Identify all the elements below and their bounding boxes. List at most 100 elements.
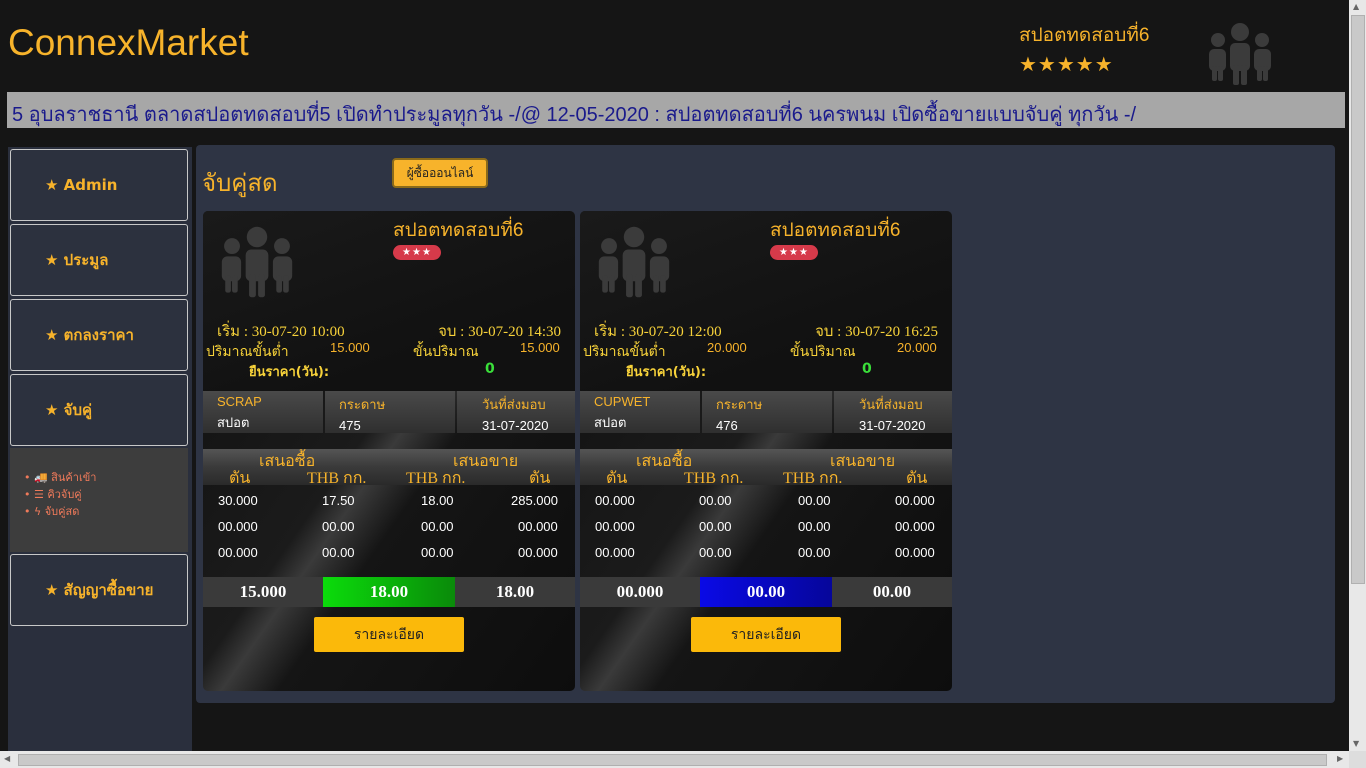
start-time: เริ่ม : 30-07-20 12:00 <box>594 324 722 340</box>
delivery-label: วันที่ส่งมอบ <box>859 397 923 412</box>
online-buyers-button[interactable]: ผู้ซื้อออนไลน์ <box>392 158 488 188</box>
ask-price: 00.00 <box>421 545 454 560</box>
sum-qty: 15.000 <box>203 577 323 607</box>
sum-price: 18.00 <box>455 577 575 607</box>
product-info: SCRAP สปอต <box>203 391 323 433</box>
ask-ton: 00.000 <box>518 519 558 534</box>
ask-price: 00.00 <box>798 545 831 560</box>
user-name: สปอตทดสอบที่6 <box>1019 25 1150 46</box>
ask-ton-header: ตัน <box>529 470 551 487</box>
seller-name: สปอตทดสอบที่6 <box>393 220 524 241</box>
bid-ton-header: ตัน <box>606 470 628 487</box>
sidebar-submenu: • 🚚 สินค้าเข้า • ☰ คิวจับคู่ • ϟ จับคู่ส… <box>10 448 188 552</box>
product-code: SCRAP <box>217 394 262 409</box>
step-qty-value: 20.000 <box>897 340 937 355</box>
brand-logo[interactable]: ConnexMarket <box>8 22 249 64</box>
orderbook-header: เสนอซื้อ เสนอขาย ตัน THB กก. THB กก. ตัน <box>580 449 952 487</box>
product-code: CUPWET <box>594 394 651 409</box>
bid-ton: 00.000 <box>595 519 635 534</box>
rating-badge: ★★★ <box>393 245 441 260</box>
hold-price-label: ยืนราคา(วัน): <box>249 365 330 380</box>
product-info: CUPWET สปอต <box>580 391 700 433</box>
ask-price: 00.00 <box>798 519 831 534</box>
scroll-right-arrow-icon[interactable]: ▶ <box>1337 754 1343 763</box>
submenu-live-match[interactable]: • ϟ จับคู่สด <box>24 502 79 520</box>
match-card: สปอตทดสอบที่6 ★★★ เริ่ม : 30-07-20 12:00… <box>580 211 952 691</box>
category-label: กระดาษ <box>716 397 763 412</box>
delivery-info: วันที่ส่งมอบ 31-07-2020 <box>457 391 575 433</box>
match-card: สปอตทดสอบที่6 ★★★ เริ่ม : 30-07-20 10:00… <box>203 211 575 691</box>
category-value: 476 <box>716 418 738 433</box>
category-value: 475 <box>339 418 361 433</box>
matched-price: 18.00 <box>323 577 455 607</box>
people-icon[interactable] <box>1203 20 1277 88</box>
ask-ton: 00.000 <box>895 493 935 508</box>
ask-ton: 285.000 <box>511 493 558 508</box>
matched-price: 00.00 <box>700 577 832 607</box>
sum-price: 00.00 <box>832 577 952 607</box>
vertical-scroll-thumb[interactable] <box>1351 15 1365 584</box>
detail-button[interactable]: รายละเอียด <box>314 617 464 652</box>
vertical-scrollbar[interactable]: ▲ ▼ <box>1349 0 1366 751</box>
bid-price: 00.00 <box>699 519 732 534</box>
scroll-up-arrow-icon[interactable]: ▲ <box>1353 2 1359 11</box>
start-time: เริ่ม : 30-07-20 10:00 <box>217 324 345 340</box>
hold-price-label: ยืนราคา(วัน): <box>626 365 707 380</box>
bid-ton-header: ตัน <box>229 470 251 487</box>
product-type: สปอต <box>217 415 250 430</box>
bid-ton: 00.000 <box>595 545 635 560</box>
hold-price-value: 0 <box>862 361 872 377</box>
sidebar-item-negotiate[interactable]: ★ ตกลงราคา <box>10 299 188 371</box>
delivery-date: 31-07-2020 <box>482 418 549 433</box>
step-qty-value: 15.000 <box>520 340 560 355</box>
bid-price: 00.00 <box>322 545 355 560</box>
submenu-match-queue[interactable]: • ☰ คิวจับคู่ <box>24 485 82 503</box>
rating-badge: ★★★ <box>770 245 818 260</box>
ask-price-header: THB กก. <box>783 470 843 487</box>
user-rating-stars: ★★★★★ <box>1019 52 1114 76</box>
sidebar-item-contracts[interactable]: ★ สัญญาซื้อขาย <box>10 554 188 626</box>
sidebar-item-auction[interactable]: ★ ประมูล <box>10 224 188 296</box>
category-info: กระดาษ 476 <box>702 391 832 433</box>
ask-ton: 00.000 <box>895 519 935 534</box>
delivery-label: วันที่ส่งมอบ <box>482 397 546 412</box>
horizontal-scroll-thumb[interactable] <box>18 754 1327 766</box>
seller-name: สปอตทดสอบที่6 <box>770 220 901 241</box>
main-panel: จับคู่สด ผู้ซื้อออนไลน์ สปอตทดสอบที่6 ★★… <box>196 145 1335 703</box>
detail-button[interactable]: รายละเอียด <box>691 617 841 652</box>
bid-ton: 00.000 <box>595 493 635 508</box>
sidebar-item-matching[interactable]: ★ จับคู่ <box>10 374 188 446</box>
sum-qty: 00.000 <box>580 577 700 607</box>
bid-price: 00.00 <box>699 545 732 560</box>
min-qty-label: ปริมาณขั้นต่ำ <box>583 345 666 360</box>
min-qty-value: 20.000 <box>707 340 747 355</box>
page-title: จับคู่สด <box>202 169 278 197</box>
ask-price: 18.00 <box>421 493 454 508</box>
scroll-left-arrow-icon[interactable]: ◀ <box>4 754 10 763</box>
submenu-incoming-goods[interactable]: • 🚚 สินค้าเข้า <box>24 468 96 486</box>
horizontal-scrollbar[interactable]: ◀ ▶ <box>0 751 1349 768</box>
scroll-down-arrow-icon[interactable]: ▼ <box>1353 739 1359 748</box>
people-icon <box>598 226 670 298</box>
bid-ton: 00.000 <box>218 519 258 534</box>
step-qty-label: ขั้นปริมาณ <box>413 345 479 360</box>
ask-ton-header: ตัน <box>906 470 928 487</box>
scrollbar-corner <box>1349 751 1366 768</box>
hold-price-value: 0 <box>485 361 495 377</box>
category-label: กระดาษ <box>339 397 386 412</box>
bid-price-header: THB กก. <box>307 470 367 487</box>
sidebar: ★ Admin ★ ประมูล ★ ตกลงราคา ★ จับคู่ • 🚚… <box>8 147 192 751</box>
ask-ton: 00.000 <box>518 545 558 560</box>
min-qty-label: ปริมาณขั้นต่ำ <box>206 345 289 360</box>
sidebar-item-admin[interactable]: ★ Admin <box>10 149 188 221</box>
header: ConnexMarket สปอตทดสอบที่6 ★★★★★ <box>0 0 1349 90</box>
bid-price-header: THB กก. <box>684 470 744 487</box>
news-ticker: 5 อุบลราชธานี ตลาดสปอตทดสอบที่5 เปิดทำปร… <box>7 92 1345 128</box>
ask-price: 00.00 <box>798 493 831 508</box>
orderbook-header: เสนอซื้อ เสนอขาย ตัน THB กก. THB กก. ตัน <box>203 449 575 487</box>
bid-ton: 00.000 <box>218 545 258 560</box>
product-type: สปอต <box>594 415 627 430</box>
bid-ton: 30.000 <box>218 493 258 508</box>
delivery-date: 31-07-2020 <box>859 418 926 433</box>
category-info: กระดาษ 475 <box>325 391 455 433</box>
